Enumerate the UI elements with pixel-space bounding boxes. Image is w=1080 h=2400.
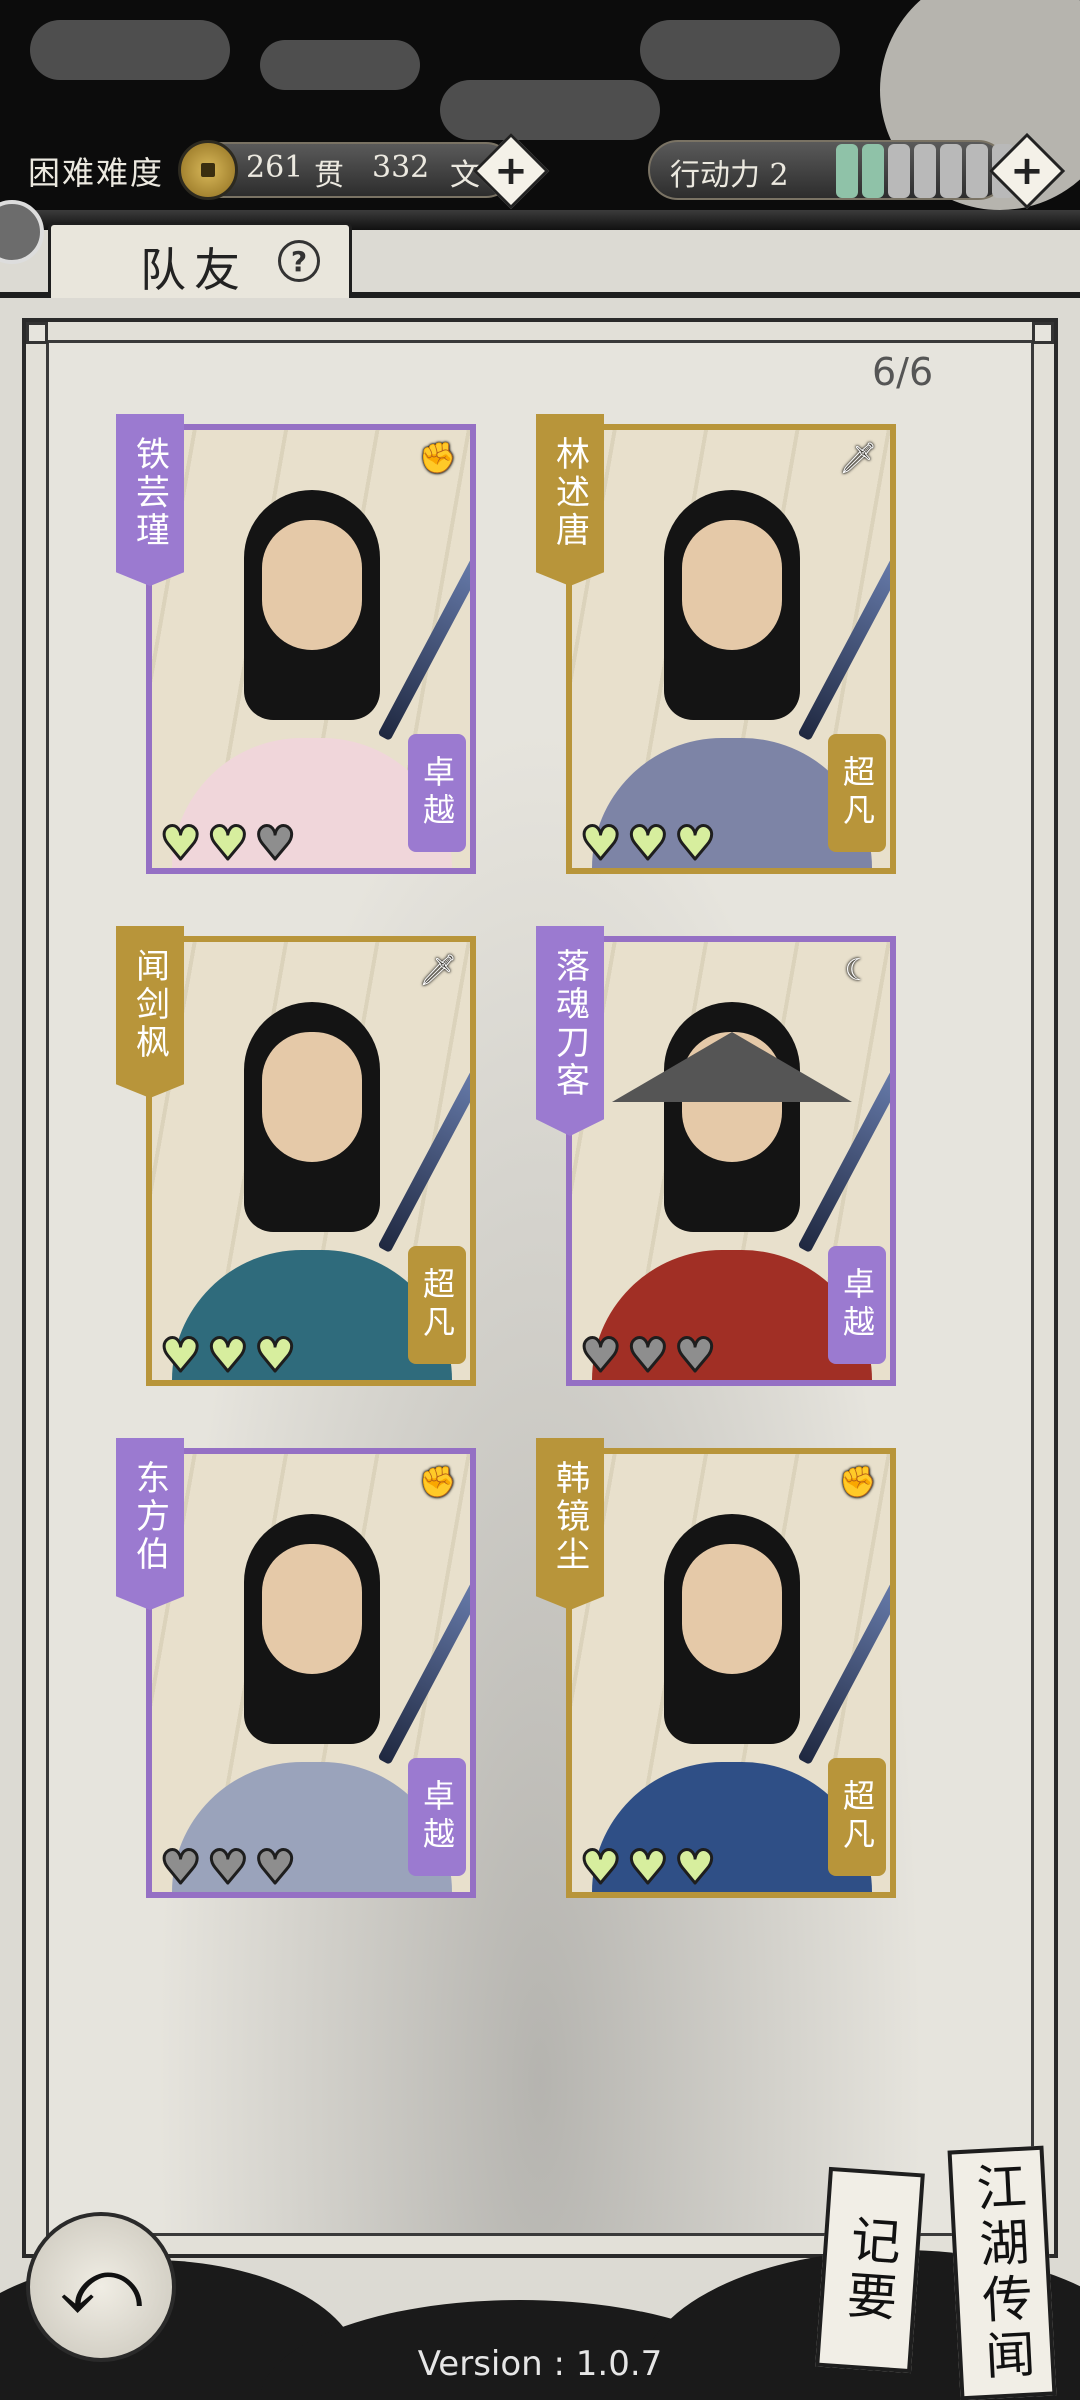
teammate-card[interactable]: 林述唐 🗡 超凡 ♥ ♥ ♥ (536, 414, 906, 874)
roster-count: 6/6 (872, 350, 934, 394)
action-point-segment (940, 144, 962, 198)
heart-empty-icon: ♥ (673, 1328, 717, 1382)
fist-icon: ✊ (419, 440, 457, 476)
heart-filled-icon: ♥ (578, 816, 622, 870)
heart-filled-icon: ♥ (158, 816, 202, 870)
tab-title: 队友 (140, 243, 248, 297)
sword-icon: 🗡 (838, 440, 878, 476)
fist-icon: ✊ (839, 1464, 877, 1500)
heart-filled-icon: ♥ (206, 816, 250, 870)
fist-icon: ✊ (419, 1464, 457, 1500)
teammate-card[interactable]: 铁芸瑾 ✊ 卓越 ♥ ♥ ♥ (116, 414, 486, 874)
rank-badge: 超凡 (828, 734, 886, 852)
action-points-label: 行动力 2 (670, 158, 789, 193)
teammate-card[interactable]: 韩镜尘 ✊ 超凡 ♥ ♥ ♥ (536, 1438, 906, 1898)
action-point-segment (966, 144, 988, 198)
action-point-segment (888, 144, 910, 198)
heart-filled-icon: ♥ (253, 1328, 297, 1382)
teammate-card[interactable]: 东方伯 ✊ 卓越 ♥ ♥ ♥ (116, 1438, 486, 1898)
notes-button[interactable]: 记要 (815, 2166, 925, 2374)
character-name: 东方伯 (116, 1438, 184, 1610)
action-point-segment (914, 144, 936, 198)
teammate-card[interactable]: 闻剑枫 🗡 超凡 ♥ ♥ ♥ (116, 926, 486, 1386)
heart-filled-icon: ♥ (578, 1840, 622, 1894)
heart-filled-icon: ♥ (673, 816, 717, 870)
character-name: 铁芸瑾 (116, 414, 184, 586)
heart-filled-icon: ♥ (673, 1840, 717, 1894)
teammate-card[interactable]: 落魂刀客 ☾ 卓越 ♥ ♥ ♥ (536, 926, 906, 1386)
heart-empty-icon: ♥ (626, 1328, 670, 1382)
plus-icon: + (1010, 148, 1044, 194)
favor-hearts: ♥ ♥ ♥ (578, 1328, 717, 1382)
sword-icon: 🗡 (418, 952, 458, 988)
heart-filled-icon: ♥ (158, 1328, 202, 1382)
favor-hearts: ♥ ♥ ♥ (578, 1840, 717, 1894)
straw-hat (612, 1032, 852, 1102)
heart-filled-icon: ♥ (206, 1328, 250, 1382)
rank-badge: 卓越 (828, 1246, 886, 1364)
currency-wen-value: 332 (372, 150, 430, 185)
favor-hearts: ♥ ♥ ♥ (158, 1840, 297, 1894)
rank-badge: 卓越 (408, 734, 466, 852)
back-arrow-icon: ⤺ (59, 2241, 143, 2332)
heart-empty-icon: ♥ (158, 1840, 202, 1894)
currency-guan-unit: 贯 (314, 158, 344, 193)
currency-guan-value: 261 (246, 150, 304, 185)
heart-empty-icon: ♥ (253, 1840, 297, 1894)
character-name: 林述唐 (536, 414, 604, 586)
heart-empty-icon: ♥ (253, 816, 297, 870)
heart-filled-icon: ♥ (626, 1840, 670, 1894)
rank-badge: 卓越 (408, 1758, 466, 1876)
plus-icon: + (494, 148, 528, 194)
back-button[interactable]: ⤺ (26, 2212, 176, 2362)
character-name: 落魂刀客 (536, 926, 604, 1136)
coin-icon (178, 140, 238, 200)
character-name: 闻剑枫 (116, 926, 184, 1098)
rank-badge: 超凡 (828, 1758, 886, 1876)
favor-hearts: ♥ ♥ ♥ (578, 816, 717, 870)
favor-hearts: ♥ ♥ ♥ (158, 1328, 297, 1382)
help-icon[interactable]: ? (278, 240, 320, 282)
version-label: Version : 1.0.7 (417, 2344, 663, 2384)
favor-hearts: ♥ ♥ ♥ (158, 816, 297, 870)
action-point-segment (836, 144, 858, 198)
heart-empty-icon: ♥ (206, 1840, 250, 1894)
rank-badge: 超凡 (408, 1246, 466, 1364)
character-name: 韩镜尘 (536, 1438, 604, 1610)
blade-icon: ☾ (844, 952, 872, 988)
action-point-segment (862, 144, 884, 198)
difficulty-label: 困难难度 (28, 154, 165, 192)
heart-empty-icon: ♥ (578, 1328, 622, 1382)
heart-filled-icon: ♥ (626, 816, 670, 870)
